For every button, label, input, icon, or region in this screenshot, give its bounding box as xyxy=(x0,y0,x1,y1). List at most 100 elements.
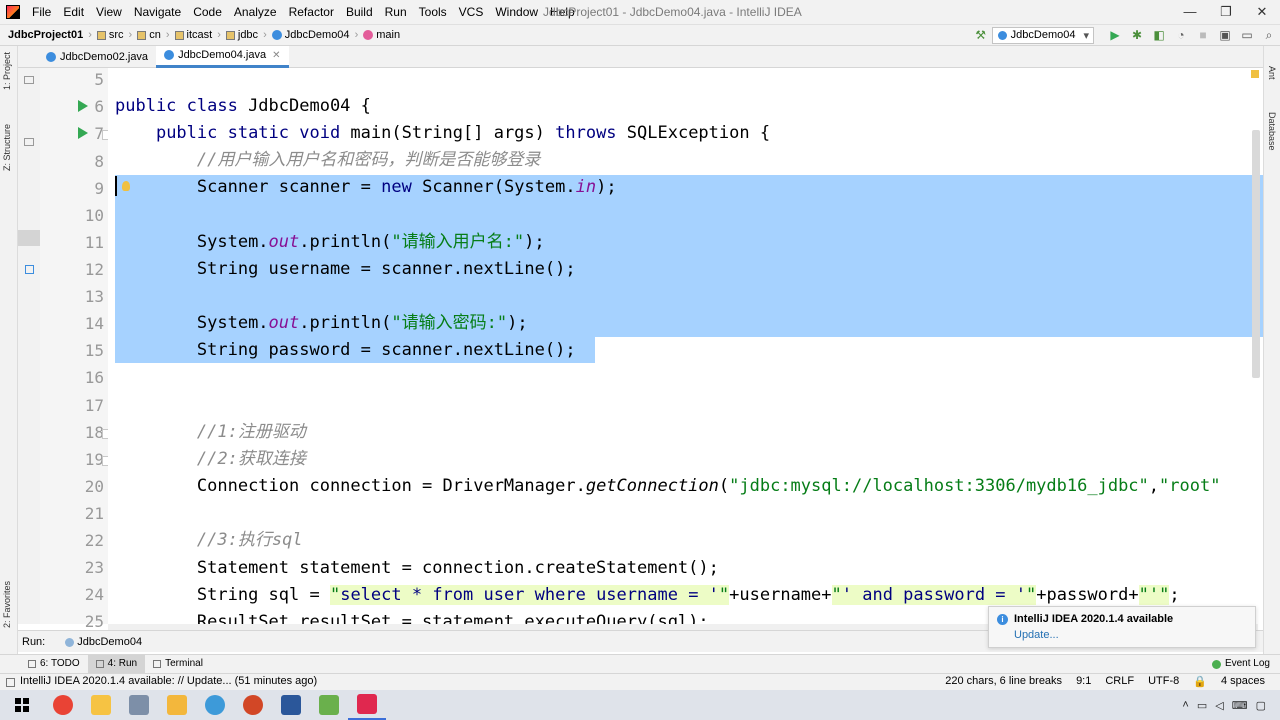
close-button[interactable]: ✕ xyxy=(1244,0,1280,24)
app-icon[interactable] xyxy=(196,690,234,720)
maximize-button[interactable]: ❐ xyxy=(1208,0,1244,24)
breadcrumb-project[interactable]: JdbcProject01 xyxy=(0,29,86,41)
coverage-icon[interactable]: ◧ xyxy=(1148,28,1170,42)
database-tool-button[interactable]: Database xyxy=(1267,112,1277,151)
package-icon xyxy=(137,30,147,40)
network-icon[interactable]: ▭ xyxy=(1193,699,1211,712)
chrome-icon[interactable] xyxy=(44,690,82,720)
breadcrumb-cn[interactable]: cn xyxy=(134,29,164,41)
project-structure-icon[interactable]: ▣ xyxy=(1214,28,1236,42)
menu-file[interactable]: File xyxy=(26,5,57,19)
terminal-tool-button[interactable]: Terminal xyxy=(145,655,211,673)
package-icon xyxy=(225,30,235,40)
run-tool-button[interactable]: 4: Run xyxy=(87,655,146,673)
terminal-icon xyxy=(153,660,162,668)
run-configuration-select[interactable]: JdbcDemo04 ▾ xyxy=(991,26,1094,44)
powerpoint-icon[interactable] xyxy=(234,690,272,720)
class-icon xyxy=(271,30,282,40)
line-number: 6 xyxy=(94,97,104,116)
code-line-18: //1:注册驱动 xyxy=(196,422,306,442)
event-log-button[interactable]: Event Log xyxy=(1211,655,1270,673)
run-gutter-icon[interactable] xyxy=(78,127,88,139)
ant-tool-button[interactable]: Ant xyxy=(1267,66,1277,80)
close-tab-icon[interactable]: ✕ xyxy=(272,50,280,61)
line-number: 13 xyxy=(84,287,104,306)
tab-jdbcdemo04[interactable]: JdbcDemo04.java ✕ xyxy=(156,45,289,68)
panel-icon xyxy=(25,265,34,274)
stop-icon[interactable]: ■ xyxy=(1192,28,1214,42)
code-line-23: Statement statement = connection.createS… xyxy=(196,558,719,578)
code-line-11: System.out.println("请输入用户名:"); xyxy=(196,232,545,252)
line-separator[interactable]: CRLF xyxy=(1098,675,1141,688)
search-icon[interactable]: ⌕ xyxy=(1258,28,1280,43)
status-icon[interactable] xyxy=(6,678,15,687)
indent-setting[interactable]: 4 spaces xyxy=(1214,675,1272,688)
profile-icon[interactable]: ◔ xyxy=(1170,28,1192,42)
app-icon[interactable] xyxy=(158,690,196,720)
menu-code[interactable]: Code xyxy=(187,5,228,19)
code-editor[interactable]: public class JdbcDemo04 { public static … xyxy=(108,68,1263,624)
bottom-tool-window-bar: 6: TODO 4: Run Terminal Event Log xyxy=(0,654,1280,673)
intellij-icon[interactable] xyxy=(348,690,386,720)
right-tool-window-bar: Ant Database xyxy=(1263,46,1280,654)
minimize-button[interactable]: — xyxy=(1172,0,1208,24)
line-number: 10 xyxy=(84,206,104,225)
windows-start-icon[interactable] xyxy=(0,690,44,720)
volume-icon[interactable]: ◁ xyxy=(1211,699,1227,712)
breadcrumb-method[interactable]: main xyxy=(360,29,403,41)
line-number: 18 xyxy=(84,423,104,442)
structure-tool-button[interactable]: Z: Structure xyxy=(2,124,12,171)
status-message[interactable]: IntelliJ IDEA 2020.1.4 available: // Upd… xyxy=(20,675,317,687)
lock-icon[interactable]: 🔒 xyxy=(1186,675,1214,688)
project-tool-button[interactable]: 1: Project xyxy=(2,52,12,90)
menu-refactor[interactable]: Refactor xyxy=(283,5,340,19)
menu-analyze[interactable]: Analyze xyxy=(228,5,283,19)
favorites-tool-button[interactable]: 2: Favorites xyxy=(2,581,12,628)
vertical-scrollbar[interactable] xyxy=(1252,130,1260,378)
menu-view[interactable]: View xyxy=(90,5,128,19)
run-tab[interactable]: JdbcDemo04 xyxy=(61,636,148,648)
line-number: 12 xyxy=(84,260,104,279)
run-gutter-icon[interactable] xyxy=(78,100,88,112)
hammer-icon[interactable]: ⚒ xyxy=(970,28,992,42)
breadcrumb-class[interactable]: JdbcDemo04 xyxy=(269,29,353,41)
debug-icon[interactable]: ✱ xyxy=(1126,28,1148,42)
menu-tools[interactable]: Tools xyxy=(413,5,453,19)
menu-build[interactable]: Build xyxy=(340,5,379,19)
file-encoding[interactable]: UTF-8 xyxy=(1141,675,1186,688)
line-number: 23 xyxy=(84,558,104,577)
input-method-icon[interactable]: ⌨ xyxy=(1228,699,1252,712)
panel-icon xyxy=(24,138,34,146)
warning-marker-icon[interactable] xyxy=(1251,70,1259,78)
code-line-15: String password = scanner.nextLine(); xyxy=(196,340,576,360)
menu-run[interactable]: Run xyxy=(379,5,413,19)
file-explorer-icon[interactable] xyxy=(82,690,120,720)
menu-edit[interactable]: Edit xyxy=(57,5,90,19)
todo-tool-button[interactable]: 6: TODO xyxy=(20,655,88,673)
chevron-up-icon[interactable]: ˄ xyxy=(1178,699,1192,711)
line-number: 16 xyxy=(84,368,104,387)
line-number: 15 xyxy=(84,341,104,360)
code-line-19: //2:获取连接 xyxy=(196,449,306,469)
update-notification: i IntelliJ IDEA 2020.1.4 available Updat… xyxy=(988,606,1256,648)
menu-vcs[interactable]: VCS xyxy=(453,5,490,19)
window-title: JdbcProject01 - JdbcDemo04.java - Intell… xyxy=(543,5,802,19)
code-line-14: System.out.println("请输入密码:"); xyxy=(196,313,528,333)
run-icon[interactable]: ▶ xyxy=(1104,28,1126,42)
app-icon[interactable] xyxy=(310,690,348,720)
app-icon[interactable] xyxy=(120,690,158,720)
breadcrumb-jdbc[interactable]: jdbc xyxy=(223,29,261,41)
word-icon[interactable] xyxy=(272,690,310,720)
code-line-8: //用户输入用户名和密码，判断是否能够登录 xyxy=(196,150,541,170)
update-link[interactable]: Update... xyxy=(1014,629,1059,641)
breadcrumb-itcast[interactable]: itcast xyxy=(172,29,216,41)
tab-jdbcdemo02[interactable]: JdbcDemo02.java xyxy=(38,46,156,68)
menu-navigate[interactable]: Navigate xyxy=(128,5,187,19)
notification-icon[interactable]: ▢ xyxy=(1252,699,1270,712)
menu-window[interactable]: Window xyxy=(489,5,544,19)
caret-position[interactable]: 9:1 xyxy=(1069,675,1098,688)
layout-icon[interactable]: ▭ xyxy=(1236,28,1258,42)
code-line-24: String sql = "select * from user where u… xyxy=(196,585,1180,605)
breadcrumb-src[interactable]: src xyxy=(94,29,127,41)
run-panel-label: Run: xyxy=(22,635,46,648)
